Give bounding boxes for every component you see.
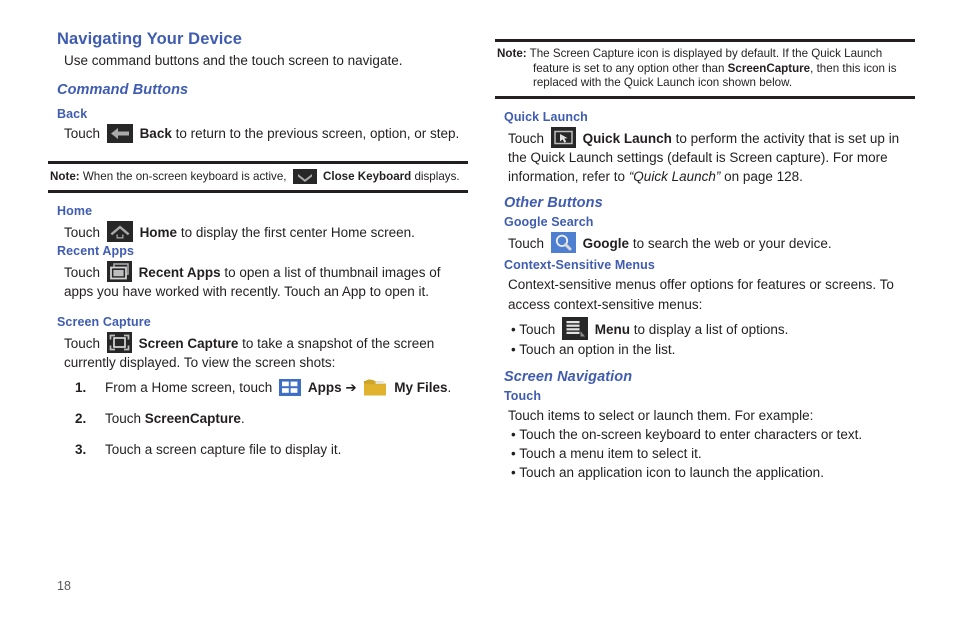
subheading-screen-capture: Screen Capture (57, 314, 151, 329)
intro-paragraph: Use command buttons and the touch screen… (64, 53, 403, 68)
step-2-text-after: . (240, 410, 245, 426)
note-label: Note: (497, 47, 527, 60)
section-heading-screen-navigation: Screen Navigation (504, 368, 633, 385)
touch-intro: Touch items to select or launch them. Fo… (495, 406, 915, 425)
google-search-icon (550, 231, 576, 253)
screen-capture-icon (106, 331, 132, 353)
touch-bullet-1: • Touch the on-screen keyboard to enter … (511, 426, 863, 442)
list-item: 3. Touch a screen capture file to displa… (48, 440, 468, 459)
back-arrow-icon (106, 124, 133, 143)
context-menus-bullet-2: • Touch an option in the list. (495, 340, 915, 359)
step-number-1: 1. (75, 379, 87, 395)
step-1-text-after: . (447, 379, 452, 395)
step-1-text-before: From a Home screen, touch (105, 379, 273, 395)
page-number: 18 (57, 579, 71, 593)
apps-grid-icon (279, 378, 302, 396)
screen-capture-description: Touch Screen Capture to take a snapshot … (48, 331, 468, 372)
quick-launch-bold-name: Quick Launch (582, 130, 672, 146)
my-files-folder-icon (363, 378, 387, 397)
recent-apps-icon (106, 260, 132, 282)
home-icon (106, 220, 133, 242)
subheading-context-sensitive-menus: Context-Sensitive Menus (504, 257, 655, 272)
subheading-recent-apps: Recent Apps (57, 243, 135, 258)
subheading-back: Back (57, 107, 88, 121)
menu-icon (562, 316, 589, 340)
step-number-2: 2. (75, 410, 87, 426)
home-rest-text: to display the first center Home screen. (177, 224, 415, 240)
list-item: 1. From a Home screen, touch Apps ➔ My F… (48, 378, 468, 397)
right-column: Note: The Screen Capture icon is display… (495, 30, 915, 482)
subheading-quick-launch: Quick Launch (504, 109, 588, 124)
note-screen-capture-text: Note: The Screen Capture icon is display… (497, 47, 913, 91)
home-touch-label: Touch (64, 224, 101, 240)
touch-bullet-2: • Touch a menu item to select it. (511, 445, 702, 461)
touch-bullet-3: • Touch an application icon to launch th… (511, 464, 824, 480)
note-bold-name: Close Keyboard (322, 170, 412, 183)
close-keyboard-chevron-icon (292, 169, 317, 184)
quick-launch-touch-label: Touch (508, 130, 545, 146)
back-bold-name: Back (139, 126, 172, 141)
step-3-text: Touch a screen capture file to display i… (105, 441, 342, 457)
back-rest-text: to return to the previous screen, option… (171, 126, 460, 141)
section-heading-other-buttons: Other Buttons (504, 194, 603, 211)
back-description: Touch Back to return to the previous scr… (48, 124, 468, 143)
page-title: Navigating Your Device (57, 30, 242, 48)
step-1-bold-myfiles: My Files (394, 379, 448, 395)
screen-capture-touch-label: Touch (64, 335, 101, 351)
arrow-right-icon: ➔ (345, 379, 357, 395)
subheading-home: Home (57, 203, 93, 218)
quick-launch-rest-2: on page 128. (720, 168, 803, 184)
bullet-1-text-before: • Touch (511, 321, 556, 337)
note-text-before: When the on-screen keyboard is active, (82, 170, 287, 183)
home-description: Touch Home to display the first center H… (48, 220, 468, 242)
section-heading-command-buttons: Command Buttons (57, 82, 189, 98)
bullet-1-text-after: to display a list of options. (630, 321, 789, 337)
step-1-bold-apps: Apps (307, 379, 342, 395)
recent-apps-description: Touch Recent Apps to open a list of thum… (48, 260, 468, 301)
left-column: Navigating Your Device Use command butto… (48, 30, 468, 471)
bullet-1-bold-menu: Menu (594, 321, 631, 337)
home-bold-name: Home (139, 224, 178, 240)
context-menus-bullet-1: • Touch Menu to display a list of option… (495, 316, 915, 340)
screen-capture-steps: 1. From a Home screen, touch Apps ➔ My F… (48, 378, 468, 459)
step-2-bold: ScreenCapture (144, 410, 241, 426)
manual-page: Navigating Your Device Use command butto… (0, 0, 954, 636)
back-touch-label: Touch (64, 126, 101, 141)
note-close-keyboard-text: Note: When the on-screen keyboard is act… (50, 169, 466, 185)
step-number-3: 3. (75, 441, 87, 457)
context-menus-intro-text: Context-sensitive menus offer options fo… (508, 276, 894, 312)
subheading-google-search: Google Search (504, 214, 594, 229)
recent-apps-bold-name: Recent Apps (138, 264, 221, 280)
note-text-after: displays. (414, 170, 460, 183)
quick-launch-description: Touch Quick Launch to perform the activi… (495, 126, 915, 186)
screen-capture-bold-name: Screen Capture (138, 335, 239, 351)
list-item: 2. Touch ScreenCapture. (48, 409, 468, 428)
recent-apps-touch-label: Touch (64, 264, 101, 280)
touch-intro-text: Touch items to select or launch them. Fo… (508, 407, 814, 423)
google-search-description: Touch Google to search the web or your d… (495, 231, 915, 253)
step-2-text-before: Touch (105, 410, 142, 426)
note-screen-capture-icon: Note: The Screen Capture icon is display… (495, 39, 915, 99)
google-search-touch-label: Touch (508, 235, 545, 251)
note-bold-screencapture: ScreenCapture (727, 61, 811, 75)
bullet-2-text: • Touch an option in the list. (511, 341, 676, 357)
note-close-keyboard: Note: When the on-screen keyboard is act… (48, 161, 468, 193)
quick-launch-icon (550, 126, 576, 148)
subheading-touch: Touch (504, 388, 542, 403)
google-search-bold-name: Google (582, 235, 630, 251)
context-menus-intro: Context-sensitive menus offer options fo… (495, 275, 915, 315)
note-label: Note: (50, 170, 80, 183)
google-search-rest-text: to search the web or your device. (629, 235, 832, 251)
quick-launch-italic-ref: “Quick Launch” (628, 168, 721, 184)
